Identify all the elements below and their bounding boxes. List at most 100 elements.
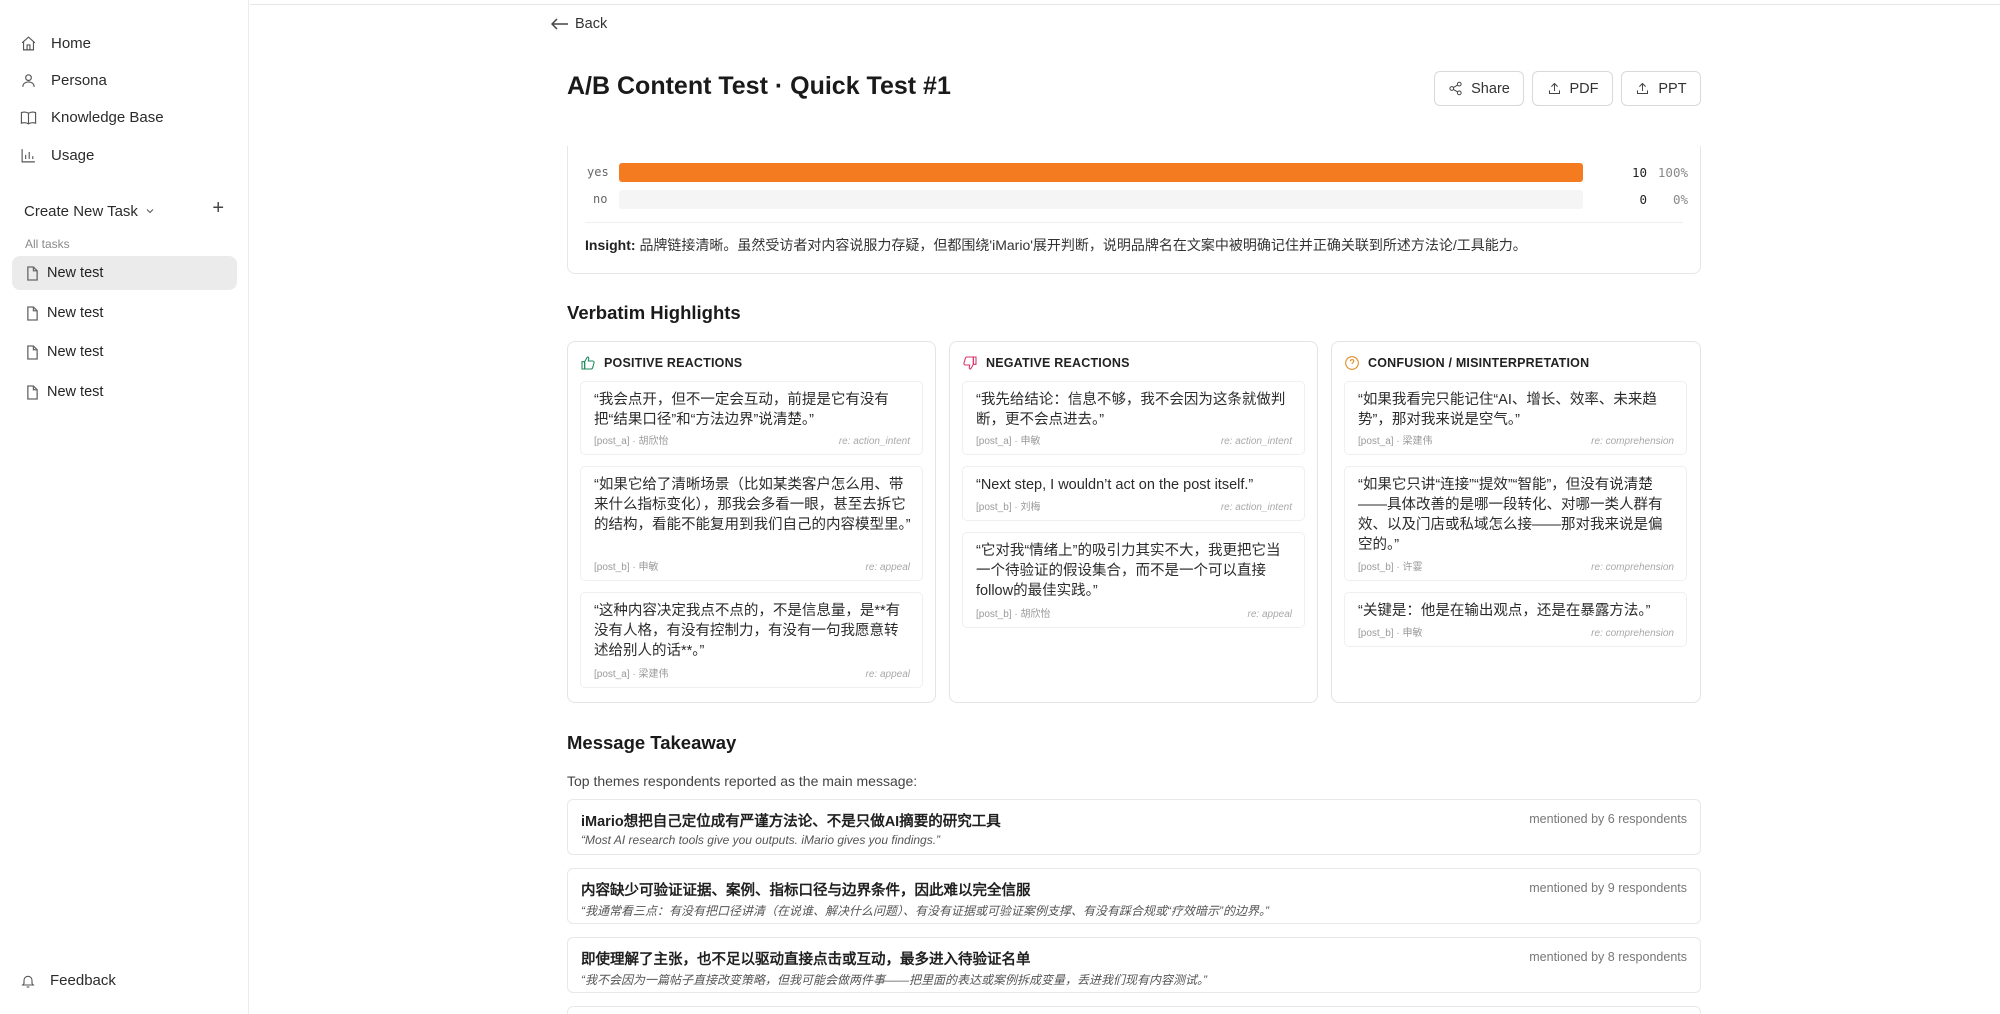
quote-card: “如果它只讲“连接”“提效”“智能”，但没有说清楚——具体改善的是哪一段转化、对…	[1344, 466, 1687, 581]
file-icon	[27, 305, 38, 321]
quote-source: [post_a] · 梁建伟	[1358, 436, 1433, 447]
nav-knowledge-base[interactable]: Knowledge Base	[20, 101, 164, 133]
share-icon	[1449, 81, 1462, 96]
quote-text: “它对我“情绪上”的吸引力其实不大，我更把它当一个待验证的假设集合，而不是一个可…	[976, 543, 1281, 599]
user-icon	[22, 73, 35, 87]
task-item-label: New test	[47, 265, 104, 281]
quote-topic: re: comprehension	[1591, 436, 1674, 447]
quote-source: [post_a] · 梁建伟	[594, 669, 669, 680]
theme-quote: “我通常看三点：有没有把口径讲清（在说谁、解决什么问题）、有没有证据或可验证案例…	[581, 904, 1269, 918]
sidebar: Home Persona Knowledge Base Usage Create…	[0, 0, 249, 1014]
bar-chart-icon	[21, 148, 35, 162]
feedback-label: Feedback	[50, 972, 116, 989]
quote-source: [post_b] · 申敏	[1358, 628, 1423, 639]
ppt-export-button[interactable]: PPT	[1621, 71, 1701, 106]
quote-topic: re: comprehension	[1591, 628, 1674, 639]
top-divider	[250, 4, 2000, 5]
nav-usage[interactable]: Usage	[20, 139, 94, 171]
theme-card: 即使理解了主张，也不足以驱动直接点击或互动，最多进入待验证名单 “我不会因为一篇…	[567, 937, 1701, 993]
nav-knowledge-base-label: Knowledge Base	[51, 108, 164, 126]
quote-text: “我先给结论：信息不够，我不会因为这条就做判断，更不会点进去。”	[976, 392, 1286, 428]
bar-pct-no: 0%	[1672, 192, 1688, 207]
quote-card: “如果它给了清晰场景（比如某类客户怎么用、带来什么指标变化），那我会多看一眼，甚…	[580, 466, 923, 581]
theme-mentions: mentioned by 8 respondents	[1529, 950, 1687, 964]
upload-icon	[1637, 82, 1649, 94]
task-item[interactable]: New test	[12, 335, 237, 369]
nav-home[interactable]: Home	[20, 27, 91, 59]
file-icon	[27, 344, 38, 360]
theme-title: 即使理解了主张，也不足以驱动直接点击或互动，最多进入待验证名单	[581, 952, 1031, 968]
page-title: A/B Content Test · Quick Test #1	[567, 72, 951, 100]
quote-card: “我先给结论：信息不够，我不会因为这条就做判断，更不会点进去。” [post_a…	[962, 381, 1305, 455]
pdf-label: PDF	[1569, 80, 1599, 97]
task-item-label: New test	[47, 384, 104, 400]
task-item[interactable]: New test	[12, 375, 237, 409]
bar-count-no: 0	[1639, 192, 1647, 207]
theme-card: iMario想把自己定位成有严谨方法论、不是只做AI摘要的研究工具 “Most …	[567, 799, 1701, 855]
quote-card: “我会点开，但不一定会互动，前提是它有没有把“结果口径”和“方法边界”说清楚。”…	[580, 381, 923, 455]
column-header: POSITIVE REACTIONS	[580, 355, 742, 371]
quote-text: “如果它给了清晰场景（比如某类客户怎么用、带来什么指标变化），那我会多看一眼，甚…	[594, 477, 911, 533]
quote-text: “如果它只讲“连接”“提效”“智能”，但没有说清楚——具体改善的是哪一段转化、对…	[1358, 477, 1663, 553]
share-label: Share	[1471, 80, 1510, 97]
takeaway-title: Message Takeaway	[567, 732, 737, 753]
column-heading: CONFUSION / MISINTERPRETATION	[1368, 356, 1590, 370]
quote-source: [post_a] · 胡欣怡	[594, 436, 669, 447]
create-new-task-dropdown[interactable]: Create New Task	[24, 203, 138, 220]
quote-topic: re: appeal	[865, 669, 910, 680]
chevron-down-icon[interactable]	[144, 205, 156, 217]
quote-topic: re: appeal	[1247, 609, 1292, 620]
card-divider	[585, 222, 1683, 223]
positive-reactions-column: POSITIVE REACTIONS “我会点开，但不一定会互动，前提是它有没有…	[567, 341, 936, 703]
bar-pct-yes: 100%	[1657, 165, 1688, 180]
share-button[interactable]: Share	[1434, 71, 1524, 106]
pdf-export-button[interactable]: PDF	[1532, 71, 1613, 106]
quote-text: “如果我看完只能记住“AI、增长、效率、未来趋势”，那对我来说是空气。”	[1358, 392, 1657, 428]
quote-topic: re: appeal	[865, 562, 910, 573]
quote-text: “Next step, I wouldn’t act on the post i…	[976, 477, 1254, 493]
feedback-button[interactable]: Feedback	[20, 972, 116, 989]
task-item-label: New test	[47, 305, 104, 321]
negative-reactions-column: NEGATIVE REACTIONS “我先给结论：信息不够，我不会因为这条就做…	[949, 341, 1318, 703]
bar-label-no: no	[593, 192, 608, 206]
task-item[interactable]: New test	[12, 296, 237, 330]
insight-body: 品牌链接清晰。虽然受访者对内容说服力存疑，但都围绕'iMario'展开判断，说明…	[639, 237, 1527, 253]
thumbs-up-icon	[581, 356, 595, 370]
bar-label-yes: yes	[587, 165, 609, 179]
confusion-column: CONFUSION / MISINTERPRETATION “如果我看完只能记住…	[1331, 341, 1701, 703]
quote-card: “关键是：他是在输出观点，还是在暴露方法。” [post_b] · 申敏 re:…	[1344, 592, 1687, 647]
quote-source: [post_b] · 刘梅	[976, 502, 1041, 513]
ppt-label: PPT	[1658, 80, 1687, 97]
quote-card: “Next step, I wouldn’t act on the post i…	[962, 466, 1305, 521]
quote-card: “这种内容决定我点不点的，不是信息量，是**有没有人格，有没有控制力，有没有一句…	[580, 592, 923, 688]
back-link[interactable]: Back	[551, 16, 607, 32]
column-heading: NEGATIVE REACTIONS	[986, 356, 1130, 370]
column-heading: POSITIVE REACTIONS	[604, 356, 743, 370]
quote-topic: re: action_intent	[1220, 502, 1292, 513]
home-icon	[21, 35, 36, 50]
results-card: yes 10 100% no 0 0% Insight: 品牌链接清晰。虽然受访…	[567, 146, 1701, 274]
nav-home-label: Home	[51, 34, 92, 52]
nav-persona[interactable]: Persona	[20, 64, 107, 96]
takeaway-subtitle: Top themes respondents reported as the m…	[567, 773, 918, 789]
bar-fill-yes	[619, 163, 1583, 182]
verbatim-title: Verbatim Highlights	[567, 302, 741, 323]
theme-title: iMario想把自己定位成有严谨方法论、不是只做AI摘要的研究工具	[581, 814, 1001, 830]
nav-usage-label: Usage	[51, 146, 95, 164]
bar-track-no	[619, 190, 1583, 209]
task-item[interactable]: New test	[12, 256, 237, 290]
theme-card	[567, 1006, 1701, 1014]
create-new-task-row: Create New Task +	[24, 197, 224, 224]
theme-quote: “我不会因为一篇帖子直接改变策略，但我可能会做两件事——把里面的表达或案例拆成变…	[581, 973, 1207, 987]
nav-persona-label: Persona	[51, 71, 107, 89]
insight-text: Insight: 品牌链接清晰。虽然受访者对内容说服力存疑，但都围绕'iMari…	[585, 235, 1527, 255]
all-tasks-label: All tasks	[25, 237, 70, 251]
theme-mentions: mentioned by 9 respondents	[1529, 881, 1687, 895]
quote-text: “这种内容决定我点不点的，不是信息量，是**有没有人格，有没有控制力，有没有一句…	[594, 603, 901, 659]
bell-icon	[21, 975, 35, 988]
file-icon	[27, 265, 38, 281]
quote-topic: re: action_intent	[1220, 436, 1292, 447]
quote-topic: re: comprehension	[1591, 562, 1674, 573]
insight-label: Insight:	[585, 237, 636, 253]
add-task-button[interactable]: +	[212, 197, 224, 220]
